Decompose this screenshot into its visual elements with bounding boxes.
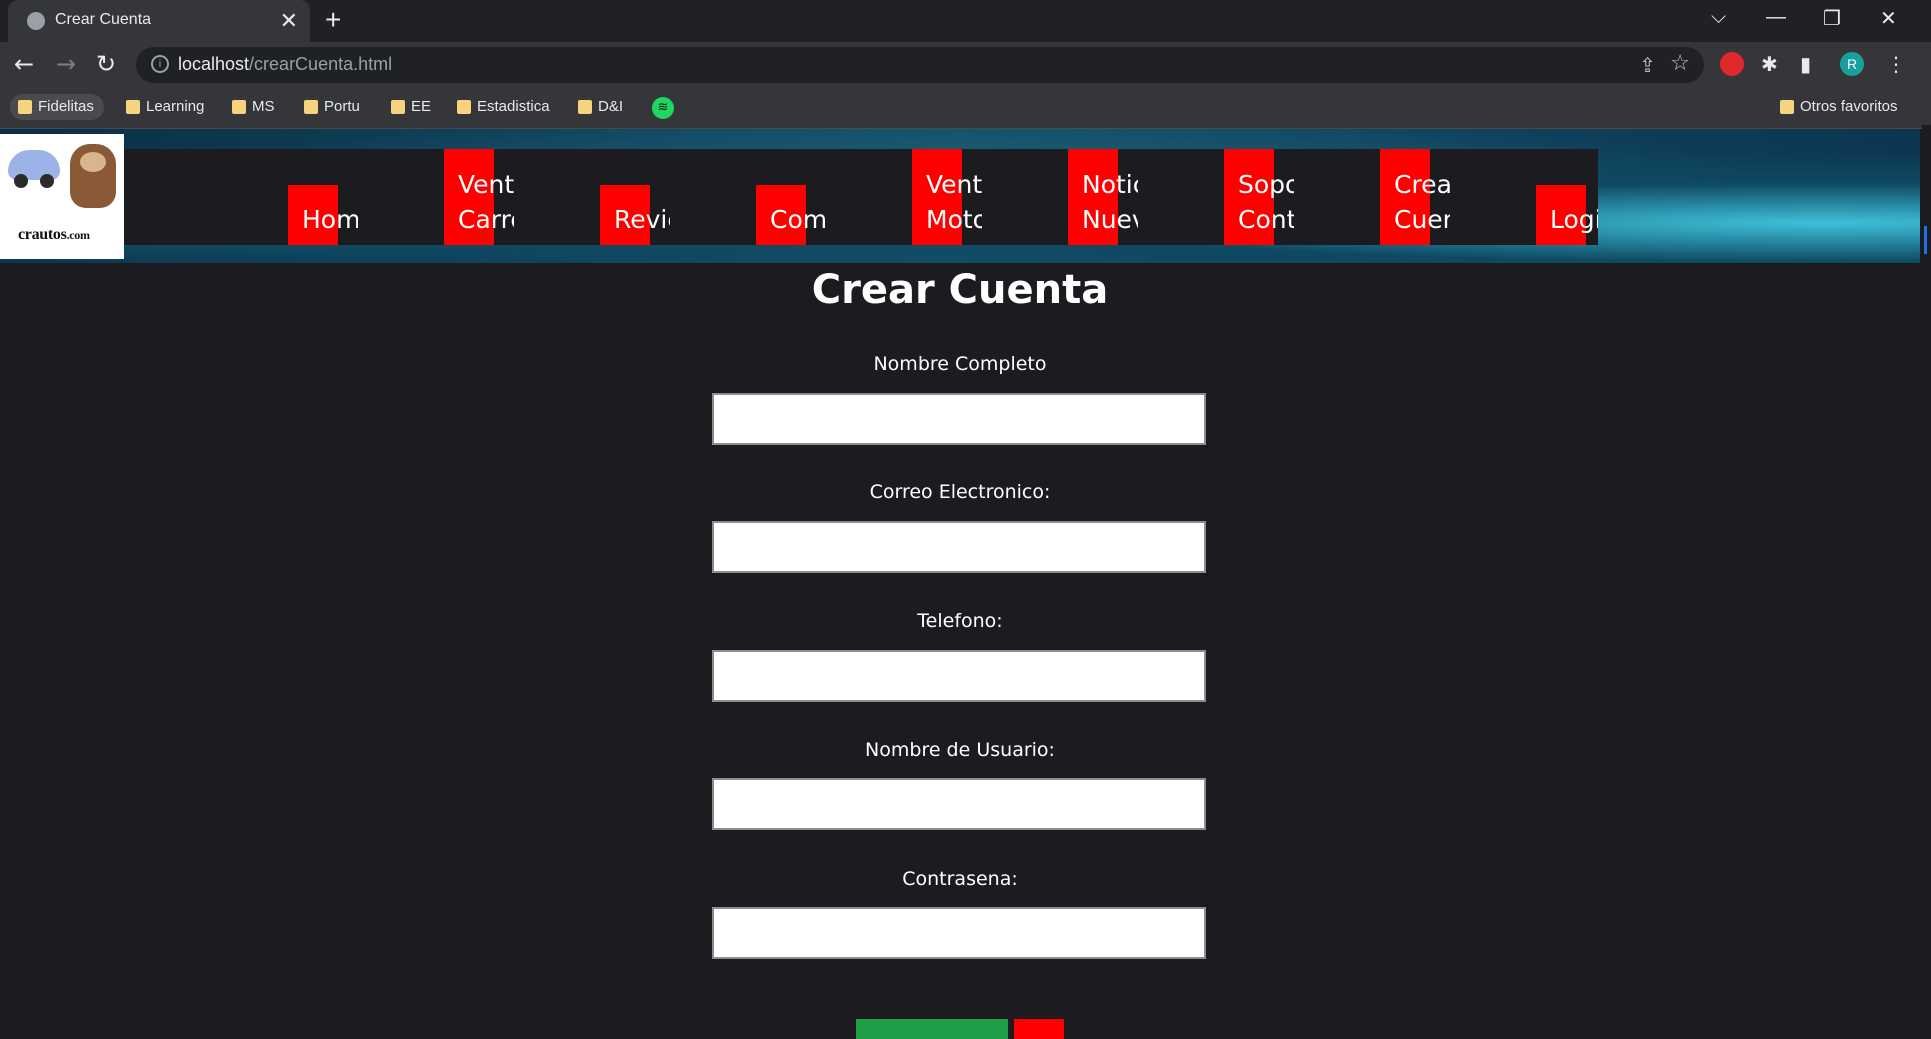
- globe-icon: [27, 12, 45, 30]
- phone-label: Telefono:: [917, 610, 1003, 632]
- email-input[interactable]: [712, 521, 1206, 573]
- bookmark-star-icon[interactable]: ☆: [1670, 51, 1690, 76]
- bookmark-estadistica[interactable]: Estadistica: [449, 94, 550, 120]
- bookmark-ee[interactable]: EE: [383, 94, 431, 120]
- nav-crear-cuenta[interactable]: Crear Cuent: [1380, 149, 1536, 245]
- email-label: Correo Electronico:: [869, 481, 1051, 503]
- address-bar[interactable]: i localhost/crearCuenta.html ⇪ ☆: [136, 47, 1704, 83]
- nav-soporte-contacto[interactable]: Sopor Conta: [1224, 149, 1380, 245]
- folder-icon: [391, 100, 405, 114]
- minimize-button[interactable]: —: [1766, 6, 1786, 29]
- close-window-button[interactable]: ✕: [1880, 6, 1897, 31]
- side-panel-icon[interactable]: ▮: [1800, 52, 1811, 76]
- browser-tab[interactable]: Crear Cuenta ✕: [8, 0, 310, 42]
- folder-icon: [457, 100, 471, 114]
- password-input[interactable]: [712, 907, 1206, 959]
- nav-comentarios[interactable]: Come: [756, 149, 912, 245]
- page-title: Crear Cuenta: [811, 267, 1109, 313]
- tab-close-icon[interactable]: ✕: [280, 8, 298, 34]
- folder-icon: [578, 100, 592, 114]
- logo-text: crautos.com: [18, 226, 90, 243]
- url-text[interactable]: localhost/crearCuenta.html: [178, 54, 392, 75]
- nav-login[interactable]: Login: [1536, 149, 1598, 245]
- menu-kebab-icon[interactable]: ⋮: [1886, 52, 1906, 76]
- bookmark-fidelitas[interactable]: Fidelitas: [10, 94, 104, 120]
- restore-button[interactable]: ❐: [1823, 6, 1841, 31]
- extensions-puzzle-icon[interactable]: ✱: [1761, 52, 1778, 76]
- adblock-extension-icon[interactable]: [1720, 52, 1744, 76]
- tab-title: Crear Cuenta: [55, 11, 152, 28]
- bookmarks-bar: Fidelitas Learning MS Portu EE Estadisti…: [0, 88, 1931, 129]
- new-tab-button[interactable]: +: [325, 4, 341, 36]
- scrollbar[interactable]: [1922, 125, 1931, 1025]
- bookmark-di[interactable]: D&I: [570, 94, 623, 120]
- page-content: crautos.com Home Venta Carro Revie Come …: [0, 129, 1920, 1039]
- username-input[interactable]: [712, 778, 1206, 830]
- folder-icon: [1780, 100, 1794, 114]
- folder-icon: [304, 100, 318, 114]
- bookmark-learning[interactable]: Learning: [118, 94, 204, 120]
- username-label: Nombre de Usuario:: [865, 739, 1055, 761]
- car-logo-icon: [8, 150, 60, 188]
- reset-button[interactable]: [1014, 1019, 1064, 1039]
- bookmark-ms[interactable]: MS: [224, 94, 275, 120]
- folder-icon: [18, 100, 32, 114]
- forward-arrow-icon[interactable]: →: [56, 50, 76, 78]
- share-icon[interactable]: ⇪: [1639, 53, 1656, 77]
- bookmark-portu[interactable]: Portu: [296, 94, 360, 120]
- nav-noticias[interactable]: Notic Nuev: [1068, 149, 1224, 245]
- profile-avatar[interactable]: R: [1840, 52, 1864, 76]
- browser-toolbar: ← → ↻ i localhost/crearCuenta.html ⇪ ☆ ✱…: [0, 42, 1931, 88]
- browser-tab-strip: Crear Cuenta ✕ + ⌵ — ❐ ✕: [0, 0, 1931, 42]
- site-logo[interactable]: crautos.com: [0, 134, 124, 259]
- full-name-input[interactable]: [712, 393, 1206, 445]
- nav-venta-motos[interactable]: Venta Moto: [912, 149, 1068, 245]
- bookmark-otros-favoritos[interactable]: Otros favoritos: [1772, 94, 1898, 120]
- nav-home[interactable]: Home: [288, 149, 444, 245]
- tab-search-icon[interactable]: ⌵: [1711, 6, 1726, 29]
- submit-button[interactable]: [856, 1019, 1008, 1039]
- password-label: Contrasena:: [902, 868, 1018, 890]
- sloth-logo-icon: [70, 144, 116, 208]
- nav-reviews[interactable]: Revie: [600, 149, 756, 245]
- nav-venta-carros[interactable]: Venta Carro: [444, 149, 600, 245]
- spotify-bookmark-icon[interactable]: ≋: [652, 97, 674, 119]
- folder-icon: [232, 100, 246, 114]
- phone-input[interactable]: [712, 650, 1206, 702]
- back-arrow-icon[interactable]: ←: [14, 50, 34, 78]
- scrollbar-thumb[interactable]: [1924, 226, 1927, 254]
- site-info-icon[interactable]: i: [151, 55, 169, 73]
- reload-icon[interactable]: ↻: [96, 50, 116, 78]
- full-name-label: Nombre Completo: [873, 353, 1047, 375]
- header-banner: crautos.com Home Venta Carro Revie Come …: [0, 129, 1920, 263]
- main-nav: Home Venta Carro Revie Come Venta Moto N…: [124, 149, 1598, 245]
- folder-icon: [126, 100, 140, 114]
